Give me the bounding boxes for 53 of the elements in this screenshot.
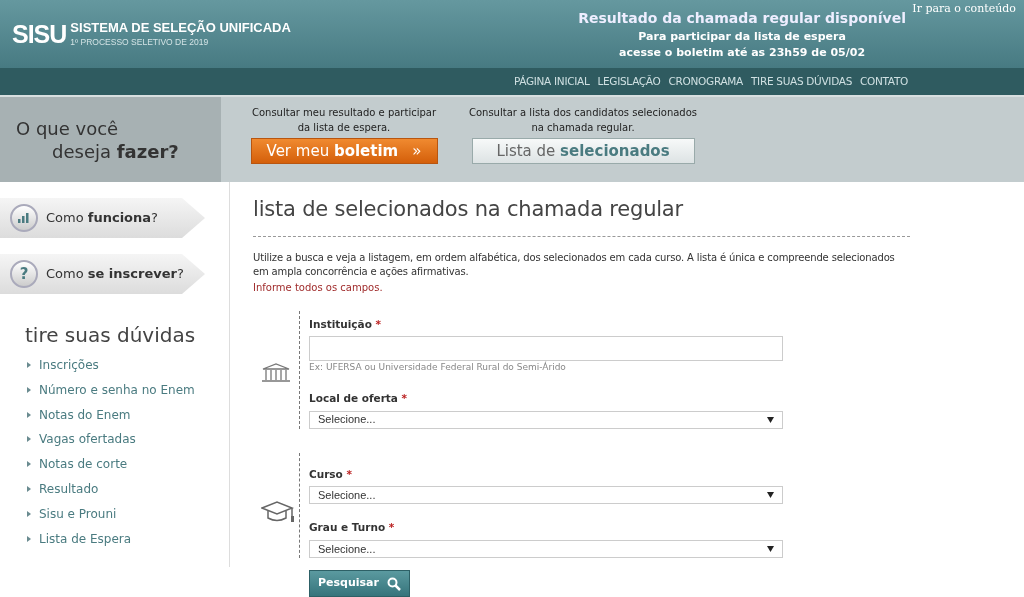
text-input[interactable]	[309, 336, 783, 362]
search-button[interactable]: Pesquisar	[309, 570, 410, 597]
sidebar-tab[interactable]: Como funciona?	[0, 198, 205, 238]
graduation-cap-icon	[261, 500, 297, 525]
help-icon: ?	[10, 260, 38, 288]
notice-text: acesse o boletim até as 23h59 de 05/02	[618, 44, 867, 61]
select-field[interactable]: Selecione...	[309, 486, 783, 505]
question-text: deseja fazer?	[51, 140, 180, 164]
notice-text: Para participar da lista de espera	[637, 28, 847, 45]
select-field[interactable]: Selecione...	[309, 540, 783, 558]
process-subtitle: 1º PROCESSO SELETIVO DE 2019	[70, 38, 210, 47]
chart-icon	[10, 204, 38, 232]
logo: SISU	[12, 21, 67, 47]
question-text: O que você	[16, 117, 120, 141]
form-warning: Informe todos os campos.	[253, 280, 384, 295]
select-value: Selecione...	[318, 488, 376, 503]
selected-list-button[interactable]: Lista de selecionados	[471, 138, 695, 164]
field-label: Grau e Turno *	[309, 520, 396, 536]
field-hint: Ex: UFERSA ou Universidade Federal Rural do Semi-Árido	[309, 361, 567, 375]
search-icon	[386, 576, 401, 591]
faq-link[interactable]: Resultado	[27, 480, 229, 505]
select-value: Selecione...	[318, 412, 376, 428]
caret-icon	[767, 492, 774, 499]
faq-heading: tire suas dúvidas	[25, 322, 197, 349]
faq-link[interactable]: Notas do Enem	[27, 405, 229, 431]
faq-link[interactable]: Número e senha no Enem	[27, 380, 229, 406]
intro-text: Utilize a busca e veja a listagem, em ordem alfabética, dos selecionados em cada curso. A lista é única e compreende selecionados em ampla concorrência e ações afirmativas.	[253, 250, 896, 279]
notice-title: Resultado da chamada regular disponível	[578, 8, 906, 28]
field-label: Instituição *	[309, 316, 383, 332]
boletim-button[interactable]: Ver meu boletim »	[250, 138, 438, 164]
nav-link[interactable]: TIRE SUAS DÚVIDAS	[751, 73, 852, 90]
action-description: Consultar a lista dos candidatos selecionados na chamada regular.	[467, 106, 699, 135]
faq-link[interactable]: Lista de Espera	[27, 529, 229, 555]
sidebar-tab[interactable]: ? Como se inscrever?	[0, 254, 205, 294]
nav-link[interactable]: CONTATO	[860, 73, 908, 90]
system-name: SISTEMA DE SELEÇÃO UNIFICADA	[70, 21, 291, 35]
field-label: Local de oferta *	[309, 390, 409, 406]
nav-link[interactable]: PÁGINA INICIAL	[513, 73, 590, 90]
select-field[interactable]: Selecione...	[309, 410, 783, 429]
faq-link[interactable]: Vagas ofertadas	[27, 430, 229, 456]
nav-link[interactable]: CRONOGRAMA	[668, 73, 743, 90]
nav-link[interactable]: LEGISLAÇÃO	[597, 73, 661, 90]
page-title: lista de selecionados na chamada regular	[253, 194, 910, 237]
faq-link[interactable]: Notas de corte	[27, 455, 229, 480]
select-value: Selecione...	[318, 541, 376, 557]
building-icon	[261, 362, 291, 383]
faq-link[interactable]: Sisu e Prouni	[27, 504, 229, 530]
field-label: Curso *	[309, 466, 353, 482]
skip-link[interactable]: Ir para o conteúdo	[912, 1, 1016, 18]
action-description: Consultar meu resultado e participar da lista de espera.	[250, 106, 438, 135]
caret-icon	[767, 546, 774, 552]
faq-link[interactable]: Inscrições	[27, 356, 229, 381]
caret-icon	[767, 416, 774, 423]
